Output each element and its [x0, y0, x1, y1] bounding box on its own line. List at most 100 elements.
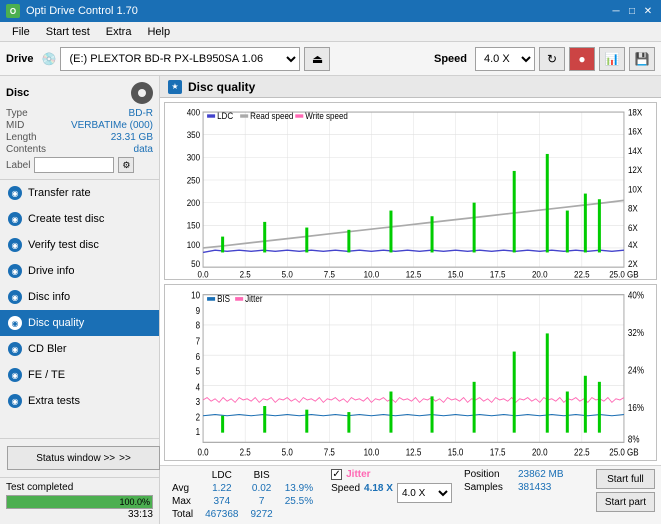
toolbar: Drive 💿 (E:) PLEXTOR BD-R PX-LB950SA 1.0… [0, 42, 661, 76]
settings-button[interactable]: ● [569, 47, 595, 71]
disc-length-key: Length [6, 132, 37, 143]
disc-info-icon: ◉ [8, 290, 22, 304]
disc-panel: Disc Type BD-R MID VERBATIMe (000) Lengt… [0, 76, 159, 180]
drive-icon: 💿 [42, 52, 57, 66]
nav-cd-bler-label: CD Bler [28, 343, 67, 355]
speed-label: Speed [434, 53, 467, 65]
status-section: Test completed 100.0% 33:13 [0, 477, 159, 524]
svg-text:Jitter: Jitter [245, 293, 262, 304]
create-test-disc-icon: ◉ [8, 212, 22, 226]
save-button[interactable]: 💾 [629, 47, 655, 71]
label-button[interactable]: ⚙ [118, 157, 134, 173]
menu-start-test[interactable]: Start test [38, 24, 98, 40]
disc-quality-icon: ◉ [8, 316, 22, 330]
svg-text:Read speed: Read speed [250, 110, 293, 121]
disc-panel-title: Disc [6, 87, 29, 99]
total-ldc: 467368 [199, 508, 244, 521]
svg-text:200: 200 [187, 198, 201, 209]
svg-text:300: 300 [187, 152, 201, 163]
svg-text:3: 3 [196, 396, 201, 407]
jitter-label: Jitter [346, 469, 370, 480]
avg-bis: 0.02 [245, 482, 279, 495]
menu-file[interactable]: File [4, 24, 38, 40]
label-input[interactable] [34, 157, 114, 173]
svg-text:150: 150 [187, 220, 201, 231]
menu-bar: File Start test Extra Help [0, 22, 661, 42]
maximize-button[interactable]: □ [625, 4, 639, 18]
svg-text:18X: 18X [628, 107, 643, 118]
nav-disc-info[interactable]: ◉ Disc info [0, 284, 159, 310]
svg-text:10X: 10X [628, 184, 643, 195]
nav-drive-info[interactable]: ◉ Drive info [0, 258, 159, 284]
action-buttons: Start full Start part [596, 469, 655, 512]
total-bis: 9272 [245, 508, 279, 521]
samples-label: Samples [464, 482, 514, 493]
svg-text:8%: 8% [628, 433, 640, 444]
speed-row: Speed 4.18 X 4.0 X 2.0 X 6.0 X [331, 483, 452, 503]
svg-text:15.0: 15.0 [448, 446, 464, 457]
col-bis: BIS [245, 469, 279, 482]
disc-contents-value: data [134, 144, 153, 155]
nav-disc-info-label: Disc info [28, 291, 70, 303]
progress-fill: 100.0% [7, 496, 152, 508]
speed-select[interactable]: 4.0 X 2.0 X 6.0 X 8.0 X [475, 47, 535, 71]
minimize-button[interactable]: ─ [609, 4, 623, 18]
svg-text:2: 2 [196, 411, 201, 422]
avg-ldc: 1.22 [199, 482, 244, 495]
start-part-button[interactable]: Start part [596, 492, 655, 512]
graph-button[interactable]: 📊 [599, 47, 625, 71]
speed-dropdown[interactable]: 4.0 X 2.0 X 6.0 X [397, 483, 452, 503]
svg-text:10.0: 10.0 [364, 446, 380, 457]
nav-transfer-rate[interactable]: ◉ Transfer rate [0, 180, 159, 206]
eject-button[interactable]: ⏏ [304, 47, 330, 71]
drive-select[interactable]: (E:) PLEXTOR BD-R PX-LB950SA 1.06 [60, 47, 300, 71]
sidebar: Disc Type BD-R MID VERBATIMe (000) Lengt… [0, 76, 160, 524]
status-label: Test completed [6, 482, 153, 493]
svg-text:25.0 GB: 25.0 GB [609, 446, 638, 457]
svg-text:7.5: 7.5 [324, 269, 335, 279]
avg-label: Avg [166, 482, 199, 495]
svg-text:400: 400 [187, 107, 201, 118]
stats-bar: LDC BIS Avg 1.22 0.02 13.9% Max 374 [160, 465, 661, 524]
transfer-rate-icon: ◉ [8, 186, 22, 200]
svg-text:12.5: 12.5 [406, 446, 422, 457]
svg-text:0.0: 0.0 [198, 269, 209, 279]
nav-verify-test-disc[interactable]: ◉ Verify test disc [0, 232, 159, 258]
svg-text:7.5: 7.5 [324, 446, 335, 457]
svg-text:17.5: 17.5 [490, 446, 506, 457]
stats-table: LDC BIS Avg 1.22 0.02 13.9% Max 374 [166, 469, 319, 521]
svg-text:6X: 6X [628, 222, 638, 233]
top-chart: 400 350 300 250 200 150 100 50 18X 16X 1… [164, 102, 657, 280]
svg-text:100: 100 [187, 239, 201, 250]
disc-contents-key: Contents [6, 144, 46, 155]
status-time: 33:13 [6, 509, 153, 520]
nav-fe-te[interactable]: ◉ FE / TE [0, 362, 159, 388]
status-window-button[interactable]: Status window >> >> [7, 446, 160, 470]
disc-mid-key: MID [6, 120, 24, 131]
svg-text:5.0: 5.0 [282, 269, 293, 279]
nav-verify-test-disc-label: Verify test disc [28, 239, 99, 251]
disc-type-value: BD-R [129, 108, 153, 119]
menu-extra[interactable]: Extra [98, 24, 140, 40]
nav-extra-tests[interactable]: ◉ Extra tests [0, 388, 159, 414]
nav-create-test-disc-label: Create test disc [28, 213, 104, 225]
refresh-button[interactable]: ↻ [539, 47, 565, 71]
nav-cd-bler[interactable]: ◉ CD Bler [0, 336, 159, 362]
close-button[interactable]: ✕ [641, 4, 655, 18]
speed-static-label: Speed [331, 483, 360, 503]
svg-text:10: 10 [191, 289, 200, 300]
jitter-checkbox[interactable]: ✓ [331, 469, 342, 480]
chevron-right-icon: >> [119, 453, 131, 464]
nav-disc-quality-label: Disc quality [28, 317, 84, 329]
menu-help[interactable]: Help [139, 24, 178, 40]
drive-label: Drive [6, 53, 34, 65]
nav-create-test-disc[interactable]: ◉ Create test disc [0, 206, 159, 232]
samples-value: 381433 [518, 482, 551, 493]
svg-text:1: 1 [196, 426, 201, 437]
col-ldc: LDC [199, 469, 244, 482]
start-full-button[interactable]: Start full [596, 469, 655, 489]
stats-row-max: Max 374 7 25.5% [166, 495, 319, 508]
nav-disc-quality[interactable]: ◉ Disc quality [0, 310, 159, 336]
svg-text:20.0: 20.0 [532, 269, 548, 279]
svg-text:16X: 16X [628, 126, 643, 137]
